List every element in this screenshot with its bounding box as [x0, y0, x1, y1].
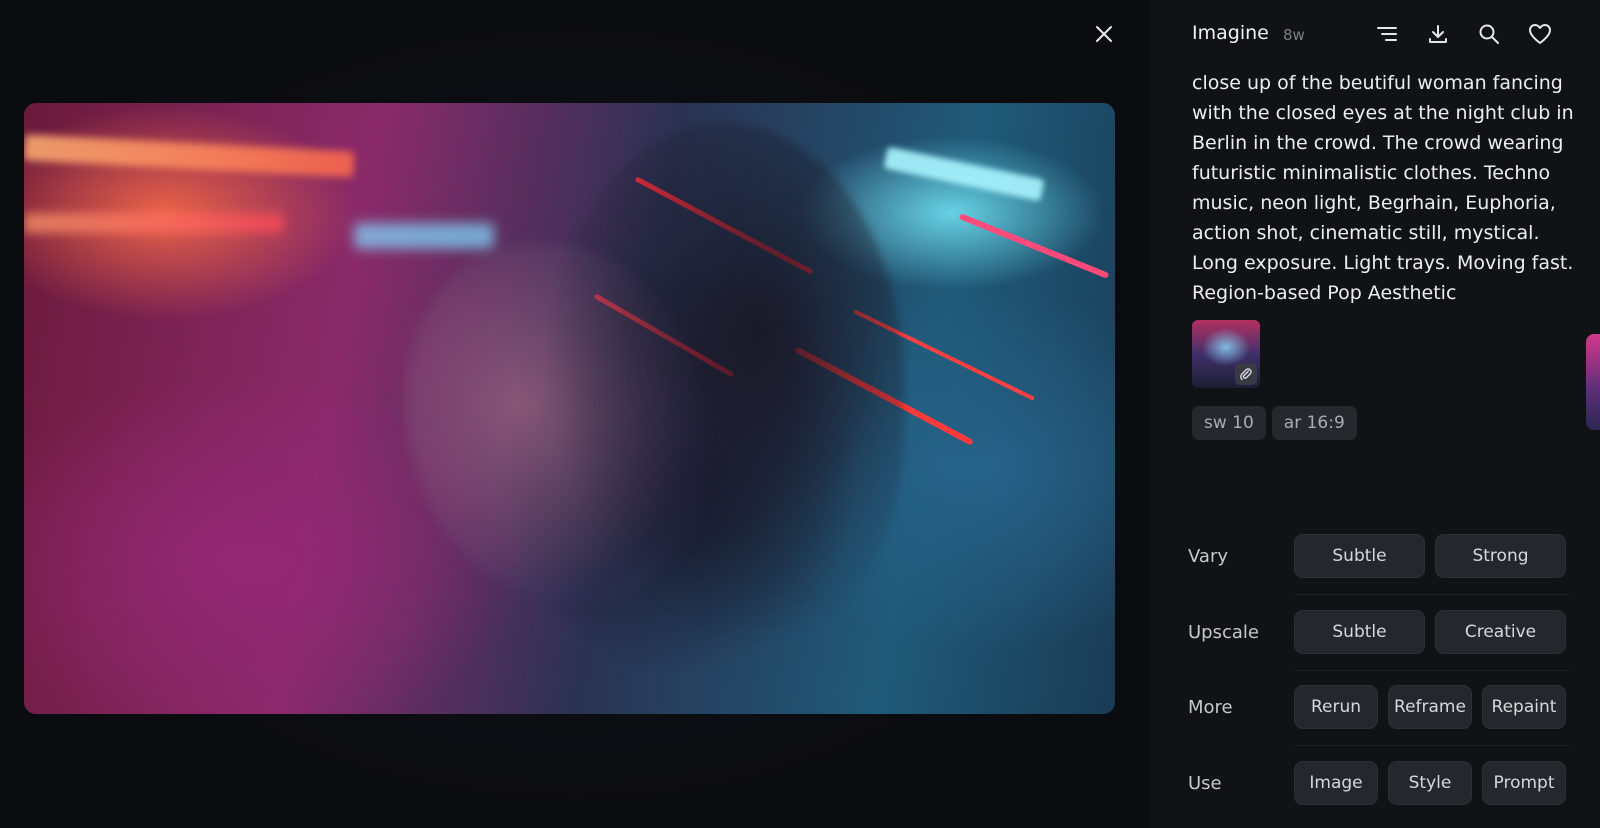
upscale-row: Upscale Subtle Creative: [1188, 608, 1578, 656]
divider: [1295, 594, 1570, 595]
use-label: Use: [1188, 772, 1222, 794]
reference-image-thumbnail[interactable]: [1192, 320, 1260, 388]
rerun-button[interactable]: Rerun: [1294, 685, 1378, 729]
heart-icon: [1529, 24, 1551, 44]
divider: [1295, 670, 1570, 671]
upscale-creative-button[interactable]: Creative: [1435, 610, 1566, 654]
download-button[interactable]: [1424, 20, 1452, 48]
download-icon: [1429, 25, 1447, 43]
favorite-button[interactable]: [1526, 20, 1554, 48]
search-button[interactable]: [1475, 20, 1503, 48]
next-image-peek[interactable]: [1586, 334, 1600, 430]
repaint-button[interactable]: Repaint: [1482, 685, 1566, 729]
image-viewer: [0, 0, 1150, 828]
sidebar-header: Imagine 8w: [1192, 20, 1592, 48]
vary-subtle-button[interactable]: Subtle: [1294, 534, 1425, 578]
attachment-badge: [1235, 363, 1257, 385]
prompt-text: close up of the beutiful woman fancing w…: [1192, 72, 1574, 304]
use-prompt-button[interactable]: Prompt: [1482, 761, 1566, 805]
use-style-button[interactable]: Style: [1388, 761, 1472, 805]
app-root: Imagine 8w close up of the beutiful woma…: [0, 0, 1600, 828]
menu-lines-icon: [1377, 27, 1397, 41]
upscale-subtle-button[interactable]: Subtle: [1294, 610, 1425, 654]
parameter-chip[interactable]: sw 10: [1192, 406, 1266, 440]
more-label: More: [1188, 696, 1233, 718]
generated-image[interactable]: [24, 103, 1115, 714]
divider: [1295, 745, 1570, 746]
vary-strong-button[interactable]: Strong: [1435, 534, 1566, 578]
parameter-chips: sw 10 ar 16:9: [1192, 406, 1357, 440]
menu-button[interactable]: [1373, 20, 1401, 48]
close-button[interactable]: [1090, 20, 1118, 48]
more-row: More Rerun Reframe Repaint: [1188, 683, 1578, 731]
paperclip-icon: [1240, 368, 1252, 381]
search-icon: [1479, 24, 1499, 44]
vary-row: Vary Subtle Strong: [1188, 532, 1578, 580]
vary-label: Vary: [1188, 545, 1228, 567]
close-icon: [1096, 26, 1112, 42]
reframe-button[interactable]: Reframe: [1388, 685, 1472, 729]
use-row: Use Image Style Prompt: [1188, 759, 1578, 807]
use-image-button[interactable]: Image: [1294, 761, 1378, 805]
parameter-chip[interactable]: ar 16:9: [1271, 406, 1357, 440]
image-age: 8w: [1283, 26, 1305, 44]
page-title: Imagine: [1192, 22, 1269, 44]
upscale-label: Upscale: [1188, 621, 1259, 643]
